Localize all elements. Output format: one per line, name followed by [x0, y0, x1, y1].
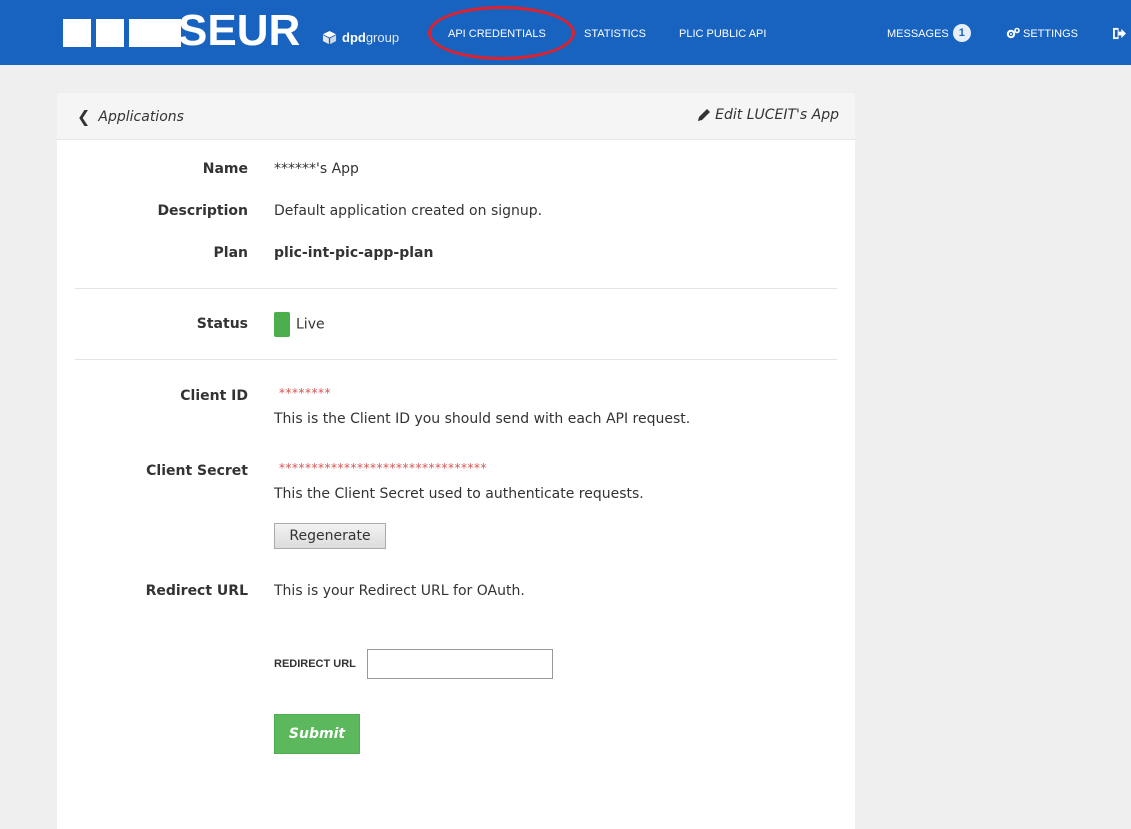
- dpd-cube-icon: [322, 30, 337, 45]
- seur-logo[interactable]: SEUR: [178, 8, 300, 54]
- plan-value: plic-int-pic-app-plan: [274, 245, 434, 261]
- status-text: Live: [296, 316, 325, 333]
- description-value: Default application created on signup.: [274, 203, 543, 219]
- edit-link-label: Edit LUCEIT's App: [715, 107, 839, 123]
- gears-icon: [1006, 27, 1020, 39]
- dpdgroup-logo: dpdgroup: [322, 30, 399, 45]
- divider: [75, 359, 837, 360]
- messages-count-badge: 1: [952, 24, 971, 43]
- client-id-help: This is the Client ID you should send wi…: [274, 411, 691, 427]
- submit-button[interactable]: Submit: [274, 714, 360, 754]
- client-id-value: ********: [279, 386, 331, 400]
- back-to-applications-link[interactable]: ❮ Applications: [77, 107, 184, 126]
- logout-icon[interactable]: [1113, 27, 1126, 40]
- name-label: Name: [202, 161, 248, 177]
- nav-messages-label: MESSAGES: [887, 28, 949, 40]
- nav-statistics[interactable]: STATISTICS: [584, 0, 646, 65]
- nav-plic-public-api[interactable]: PLIC PUBLIC API: [679, 0, 766, 65]
- edit-app-link[interactable]: Edit LUCEIT's App: [697, 107, 839, 123]
- seur-logo-bars: [63, 19, 181, 47]
- nav-messages[interactable]: MESSAGES 1: [887, 0, 971, 65]
- card-header: ❮ Applications Edit LUCEIT's App: [57, 93, 855, 140]
- name-value: ******'s App: [274, 161, 359, 177]
- divider: [75, 288, 837, 289]
- client-id-label: Client ID: [180, 388, 248, 404]
- status-label: Status: [196, 316, 248, 332]
- client-secret-value: ********************************: [279, 461, 487, 475]
- pencil-icon: [698, 109, 711, 121]
- client-secret-help: This the Client Secret used to authentic…: [274, 486, 644, 502]
- redirect-url-label: Redirect URL: [145, 583, 248, 599]
- status-value: Live: [274, 312, 325, 337]
- nav-settings[interactable]: SETTINGS: [1006, 0, 1078, 65]
- redirect-url-field-label: REDIRECT URL: [274, 658, 356, 670]
- redirect-url-input[interactable]: [367, 649, 553, 679]
- live-status-indicator: [274, 312, 290, 337]
- dpd-text: dpd: [342, 30, 366, 45]
- description-label: Description: [157, 203, 248, 219]
- redirect-url-help: This is your Redirect URL for OAuth.: [274, 583, 525, 599]
- top-navbar: SEUR dpdgroup API CREDENTIALS STATISTICS…: [0, 0, 1131, 65]
- nav-api-credentials[interactable]: API CREDENTIALS: [448, 0, 546, 65]
- back-link-label: Applications: [98, 108, 184, 125]
- nav-settings-label: SETTINGS: [1023, 28, 1079, 40]
- client-secret-label: Client Secret: [146, 463, 248, 479]
- chevron-left-icon: ❮: [77, 107, 91, 126]
- regenerate-button[interactable]: Regenerate: [274, 523, 386, 549]
- plan-label: Plan: [213, 245, 248, 261]
- application-card: ❮ Applications Edit LUCEIT's App Name **…: [57, 93, 855, 829]
- group-text: group: [365, 30, 400, 45]
